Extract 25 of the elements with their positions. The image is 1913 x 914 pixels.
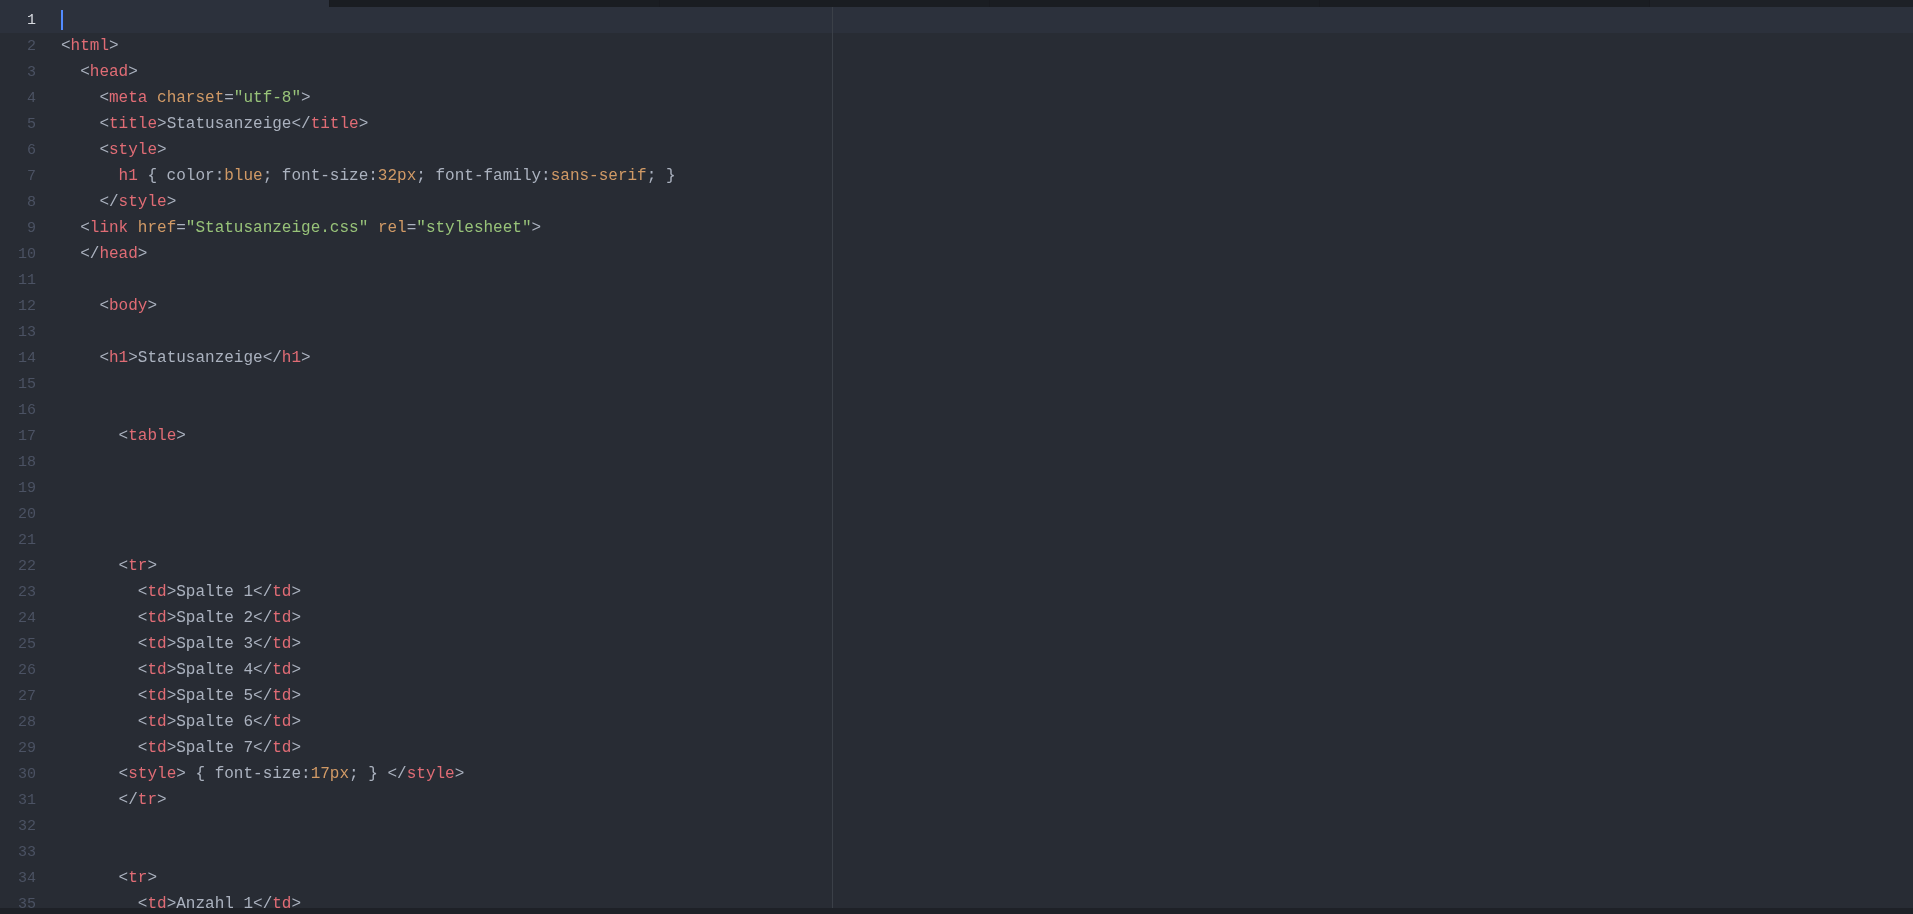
code-line: <td>Spalte 1</td> [136, 583, 302, 601]
code-line: <style> [98, 141, 167, 159]
code-line: <title>Statusanzeige</title> [98, 115, 369, 133]
code-line: <head> [79, 63, 138, 81]
code-line: h1 { color:blue; font-size:32px; font-family:sans-serif; } [117, 167, 676, 185]
code-line: <tr> [117, 557, 158, 575]
line-number: 1 [26, 11, 37, 29]
code-line: <meta charset="utf-8"> [98, 89, 311, 107]
code-line: <h1>Statusanzeige</h1> [98, 349, 311, 367]
code-line: <style> { font-size:17px; } </style> [117, 765, 465, 783]
code-line: <html> [61, 37, 119, 55]
code-line: </tr> [117, 791, 167, 809]
code-line: <tr> [117, 869, 158, 887]
code-line: <td>Spalte 5</td> [136, 687, 302, 705]
code-line: <td>Spalte 4</td> [136, 661, 302, 679]
code-line: <link href="Statusanzeige.css" rel="stylesheet"> [79, 219, 542, 237]
code-line: <td>Spalte 3</td> [136, 635, 302, 653]
code-line: <table> [117, 427, 186, 445]
code-line: <td>Spalte 7</td> [136, 739, 302, 757]
code-line: <body> [98, 297, 158, 315]
code-line: <td>Anzahl 1</td> [136, 895, 302, 908]
code-line: <td>Spalte 2</td> [136, 609, 302, 627]
code-line: <td>Spalte 6</td> [136, 713, 302, 731]
code-line: </style> [98, 193, 177, 211]
code-line: </head> [79, 245, 148, 263]
